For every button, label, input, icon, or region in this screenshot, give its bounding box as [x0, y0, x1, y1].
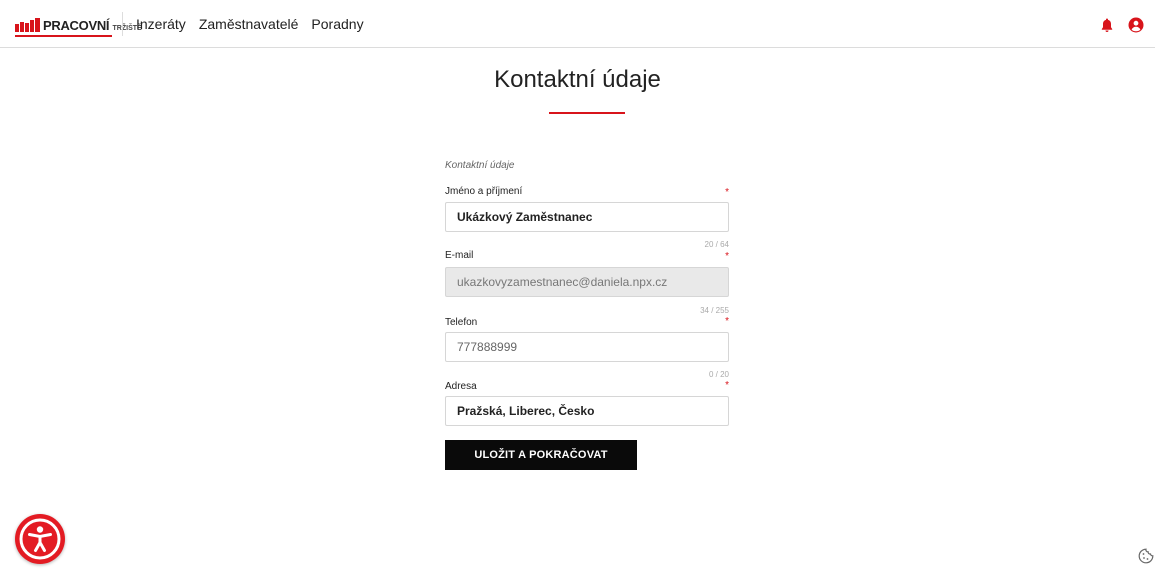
page-title: Kontaktní údaje	[494, 66, 661, 93]
required-mark: *	[725, 316, 729, 327]
logo-underline	[15, 35, 112, 37]
address-input[interactable]: Pražská, Liberec, Česko	[445, 396, 729, 426]
email-counter: 34 / 255	[700, 306, 729, 315]
address-label: Adresa	[445, 381, 477, 392]
email-input: ukazkovyzamestnanec@daniela.npx.cz	[445, 267, 729, 297]
title-underline	[549, 112, 625, 114]
required-mark: *	[725, 251, 729, 262]
nav-item-poradny[interactable]: Poradny	[311, 16, 363, 32]
nav-item-inzeraty[interactable]: Inzeráty	[136, 16, 186, 32]
save-and-continue-button[interactable]: ULOŽIT A POKRAČOVAT	[445, 440, 637, 470]
cookie-icon[interactable]	[1138, 548, 1154, 564]
name-input[interactable]: Ukázkový Zaměstnanec	[445, 202, 729, 232]
phone-counter: 0 / 20	[708, 370, 729, 379]
required-mark: *	[725, 187, 729, 198]
nav-item-zamestnavatele[interactable]: Zaměstnavatelé	[199, 16, 299, 32]
logo-text: PRACOVNÍ TRŽIŠTĚ	[43, 18, 142, 33]
accessibility-icon	[19, 518, 61, 560]
phone-input[interactable]: 777888999	[445, 332, 729, 362]
bell-icon[interactable]	[1099, 17, 1115, 33]
top-header: PRACOVNÍ TRŽIŠTĚ Inzeráty Zaměstnavatelé…	[0, 0, 1155, 48]
header-divider	[122, 12, 123, 36]
main-nav: Inzeráty Zaměstnavatelé Poradny	[136, 16, 364, 32]
phone-label: Telefon	[445, 317, 478, 328]
accessibility-button[interactable]	[15, 514, 65, 564]
name-counter: 20 / 64	[704, 240, 729, 249]
name-label: Jméno a příjmení	[445, 186, 523, 197]
user-icon[interactable]	[1128, 17, 1144, 33]
form-section-label: Kontaktní údaje	[445, 160, 515, 171]
logo-figures-icon	[15, 18, 40, 32]
logo-main-text: PRACOVNÍ	[43, 17, 110, 33]
required-mark: *	[725, 380, 729, 391]
email-label: E-mail	[445, 250, 474, 261]
